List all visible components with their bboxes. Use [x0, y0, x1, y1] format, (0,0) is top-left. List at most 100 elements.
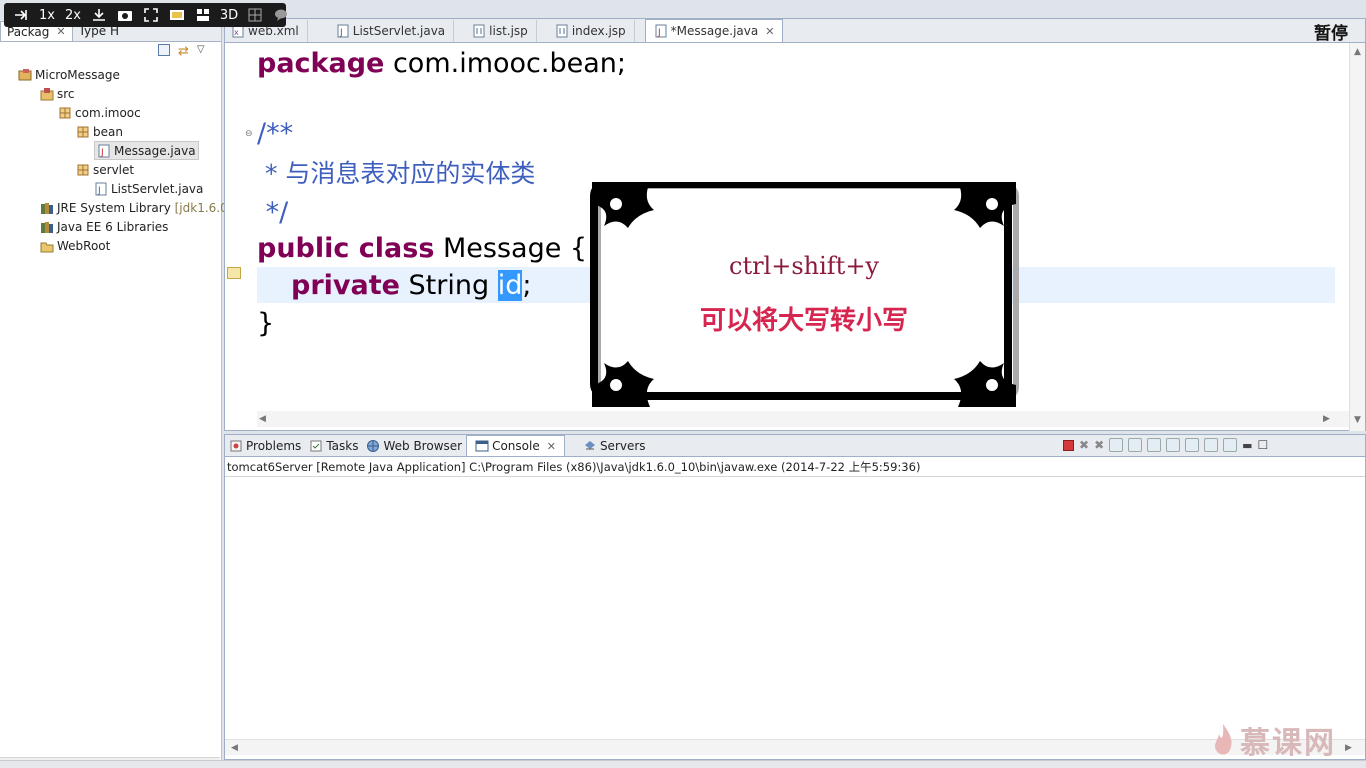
camera-icon[interactable]: [114, 5, 136, 25]
maximize-icon[interactable]: ☐: [1258, 438, 1269, 452]
speed-1x-button[interactable]: 1x: [36, 5, 58, 25]
video-toolbar: 1x 2x 3D: [4, 3, 287, 27]
code-line-1[interactable]: package com.imooc.bean;: [257, 46, 626, 82]
pause-button[interactable]: 暂停: [1314, 19, 1348, 44]
tree-item-listservlet-java[interactable]: J ListServlet.java: [94, 179, 203, 198]
selected-text: id: [497, 270, 523, 301]
show-stderr-icon[interactable]: [1166, 438, 1181, 452]
fold-toggle-icon[interactable]: ⊖: [245, 129, 253, 139]
link-editor-icon[interactable]: ⇄: [178, 44, 189, 59]
download-icon[interactable]: [88, 5, 110, 25]
terminate-icon[interactable]: [1063, 439, 1074, 451]
clear-console-icon[interactable]: [1109, 438, 1124, 452]
folder-icon: [40, 239, 54, 253]
scroll-up-icon[interactable]: ▲: [1354, 47, 1361, 57]
code-line-7[interactable]: private String id;: [291, 268, 531, 304]
tree-item-src[interactable]: src: [40, 84, 75, 103]
grid-icon[interactable]: [244, 5, 266, 25]
svg-text:J: J: [657, 28, 661, 38]
flame-logo-icon: [1215, 724, 1232, 755]
java-file-icon: J: [336, 24, 350, 38]
code-line-5[interactable]: */: [257, 195, 289, 231]
tab-console[interactable]: Console ✕: [466, 435, 565, 456]
console-icon: [475, 439, 489, 453]
code-line-4[interactable]: * 与消息表对应的实体类: [257, 156, 535, 192]
layout-icon[interactable]: [192, 5, 214, 25]
left-toolbar: ⇄ ▽: [158, 44, 205, 59]
tree-item-message-java[interactable]: J Message.java: [94, 141, 199, 160]
fullscreen-icon[interactable]: [140, 5, 162, 25]
java-file-icon: J: [654, 24, 668, 38]
scroll-left-icon[interactable]: ◀: [231, 743, 238, 753]
servers-icon: [583, 439, 597, 453]
globe-icon: [366, 439, 380, 453]
speed-2x-button[interactable]: 2x: [62, 5, 84, 25]
tree-item-com-imooc[interactable]: com.imooc: [58, 103, 141, 122]
editor-horizontal-scrollbar[interactable]: ◀ ▶: [257, 411, 1349, 427]
svg-text:x: x: [234, 28, 239, 37]
collapse-all-icon[interactable]: [158, 44, 170, 56]
scroll-down-icon[interactable]: ▼: [1354, 415, 1361, 425]
close-icon[interactable]: ✕: [547, 440, 556, 453]
tree-item-webroot[interactable]: WebRoot: [40, 236, 110, 255]
pin-icon[interactable]: [10, 5, 32, 25]
package-icon: [76, 163, 90, 177]
svg-text:J: J: [339, 28, 343, 38]
scroll-right-icon[interactable]: ▶: [1323, 414, 1330, 424]
tab-servers[interactable]: Servers: [579, 435, 650, 456]
display-console-icon[interactable]: [1204, 438, 1219, 452]
console-process-label: tomcat6Server [Remote Java Application] …: [225, 458, 1365, 477]
tab-problems[interactable]: Problems: [225, 435, 305, 456]
tab-web-browser[interactable]: Web Browser: [362, 435, 466, 456]
minimize-icon[interactable]: ▬: [1242, 439, 1252, 452]
open-console-icon[interactable]: [1223, 438, 1238, 452]
code-line-6[interactable]: public class Message {: [257, 231, 587, 267]
tree-item-project[interactable]: MicroMessage: [18, 65, 120, 84]
3d-mode-button[interactable]: 3D: [218, 5, 240, 25]
tree-item-bean[interactable]: bean: [76, 122, 123, 141]
shortcut-tip-overlay: ctrl+shift+y 可以将大写转小写: [588, 182, 1020, 407]
console-toolbar: ✖ ✖ ▬ ☐: [1063, 438, 1268, 452]
scroll-right-icon[interactable]: ▶: [1345, 743, 1352, 753]
code-line-3[interactable]: /**: [257, 116, 293, 152]
editor-vertical-scrollbar[interactable]: ▲ ▼: [1349, 43, 1365, 431]
remove-all-icon[interactable]: ✖: [1094, 438, 1104, 452]
scroll-left-icon[interactable]: ◀: [259, 414, 266, 424]
project-icon: [18, 68, 32, 82]
scroll-lock-icon[interactable]: [1128, 438, 1143, 452]
pin-console-icon[interactable]: [1185, 438, 1200, 452]
chat-icon[interactable]: [270, 5, 292, 25]
tab-message-java[interactable]: J *Message.java ✕: [644, 19, 784, 42]
java-file-icon: J: [97, 144, 111, 158]
show-stdout-icon[interactable]: [1147, 438, 1162, 452]
tree-item-javaee-library[interactable]: Java EE 6 Libraries: [40, 217, 168, 236]
editor-gutter: [225, 43, 243, 429]
status-bar: [0, 760, 1366, 768]
view-menu-icon[interactable]: ▽: [197, 44, 205, 59]
package-explorer-panel: Packag ✕ Type H ⇄ ▽ MicroMessage src com.…: [0, 20, 234, 768]
remove-launch-icon[interactable]: ✖: [1079, 438, 1089, 452]
svg-text:J: J: [100, 148, 104, 158]
problems-icon: [229, 439, 243, 453]
folding-ruler: ⊖: [243, 43, 257, 429]
tree-item-servlet[interactable]: servlet: [76, 160, 134, 179]
decorative-frame: [590, 182, 1019, 407]
quick-fix-marker-icon[interactable]: [227, 267, 241, 279]
package-icon: [58, 106, 72, 120]
code-line-8[interactable]: }: [257, 306, 274, 342]
jsp-file-icon: [472, 24, 486, 38]
tab-index-jsp[interactable]: index.jsp: [547, 20, 635, 42]
tab-list-jsp[interactable]: list.jsp: [464, 20, 537, 42]
shortcut-description: 可以将大写转小写: [699, 306, 908, 336]
tab-tasks[interactable]: Tasks: [305, 435, 362, 456]
console-horizontal-scrollbar[interactable]: ◀ ▶: [225, 739, 1365, 755]
tree-item-jre-library[interactable]: JRE System Library [jdk1.6.0_: [40, 198, 234, 217]
library-icon: [40, 220, 54, 234]
tab-listservlet-java[interactable]: J ListServlet.java: [328, 20, 455, 42]
close-icon[interactable]: ✕: [765, 25, 774, 38]
source-folder-icon: [40, 87, 54, 101]
editor-tab-bar: x web.xml J ListServlet.java list.jsp in…: [225, 19, 1365, 43]
image-icon[interactable]: [166, 5, 188, 25]
watermark-text: 慕课网: [1240, 726, 1336, 761]
tasks-icon: [309, 439, 323, 453]
